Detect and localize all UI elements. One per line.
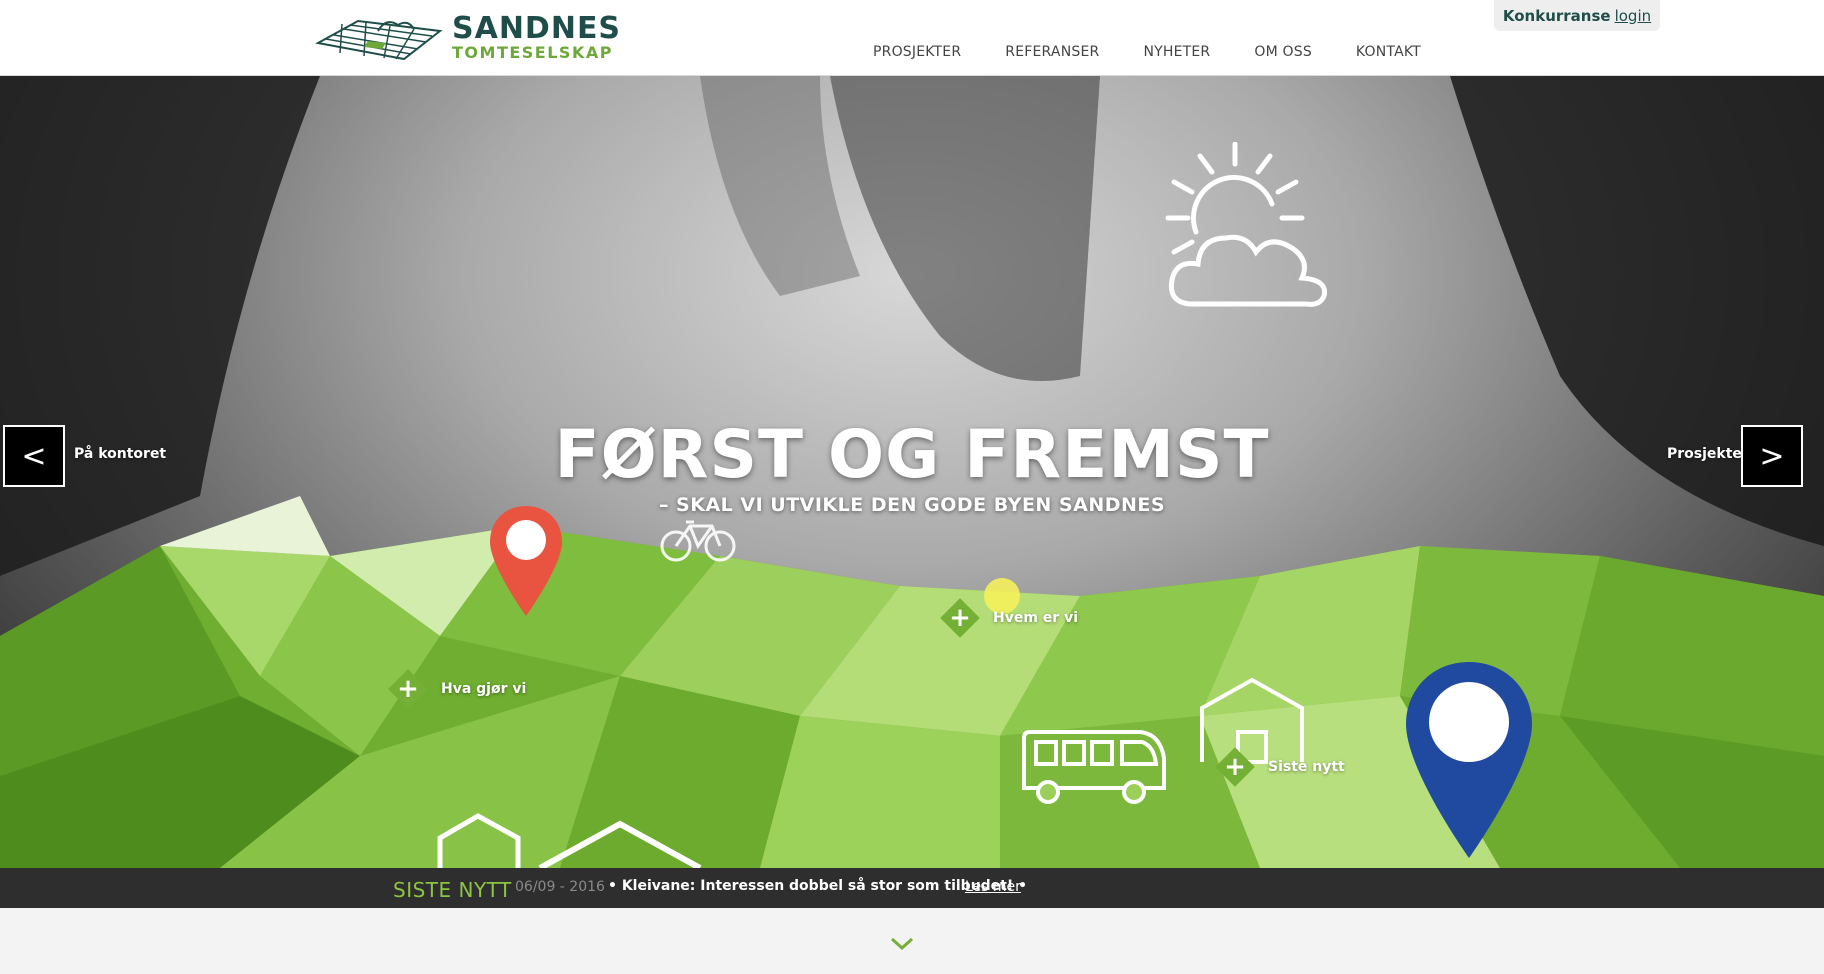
prev-slide-button[interactable]: < [3,425,65,487]
main-nav: PROSJEKTER REFERANSER NYHETER OM OSS KON… [873,44,1465,60]
plus-diamond-icon: + [940,598,980,638]
weather-sun-cloud-icon [1165,142,1328,307]
hotspot-label: Hvem er vi [993,610,1078,626]
nav-item-om-oss[interactable]: OM OSS [1254,44,1312,60]
login-label: Konkurranse [1502,6,1611,25]
next-slide-label[interactable]: Prosjekter [1667,446,1749,462]
page-bottom [0,908,1824,974]
hotspot-hvem-er-vi[interactable]: + Hvem er vi [940,598,1078,638]
plus-diamond-icon: + [388,669,428,709]
news-date: 06/09 - 2016 [515,879,605,895]
bicycle-icon [660,520,736,562]
nav-item-nyheter[interactable]: NYHETER [1143,44,1210,60]
news-heading: SISTE NYTT [393,878,512,902]
logo[interactable]: SANDNES TOMTESELSKAP [314,14,621,61]
next-slide-button[interactable]: > [1741,425,1803,487]
hero-slider: FØRST OG FREMST – SKAL VI UTVIKLE DEN GO… [0,76,1824,868]
read-more-link[interactable]: Les mer [965,879,1021,895]
map-pin-red-icon [490,506,562,616]
nav-item-prosjekter[interactable]: PROSJEKTER [873,44,961,60]
nav-item-kontakt[interactable]: KONTAKT [1356,44,1421,60]
chevron-down-icon[interactable] [890,936,914,952]
site-header: SANDNES TOMTESELSKAP PROSJEKTER REFERANS… [0,0,1824,76]
map-pin-blue-icon [1406,662,1532,858]
prev-slide-label[interactable]: På kontoret [74,446,166,462]
hotspot-hva-gjor-vi[interactable]: + Hva gjør vi [388,669,527,709]
hotspot-label: Siste nytt [1268,759,1345,775]
hotspot-label: Hva gjør vi [441,681,527,697]
news-ticker: SISTE NYTT 06/09 - 2016 • Kleivane: Inte… [0,868,1824,908]
bus-icon [1022,730,1166,804]
hero-title: FØRST OG FREMST [554,416,1270,493]
logo-tagline: TOMTESELSKAP [452,43,613,62]
hero-subtitle: – SKAL VI UTVIKLE DEN GODE BYEN SANDNES [658,494,1166,516]
login-link[interactable]: login [1615,7,1652,25]
competition-login: Konkurranse login [1494,0,1660,31]
hotspot-siste-nytt[interactable]: + Siste nytt [1215,747,1345,787]
logo-map-icon [315,19,443,60]
nav-item-referanser[interactable]: REFERANSER [1005,44,1099,60]
plus-diamond-icon: + [1215,747,1255,787]
logo-name: SANDNES [452,11,622,46]
